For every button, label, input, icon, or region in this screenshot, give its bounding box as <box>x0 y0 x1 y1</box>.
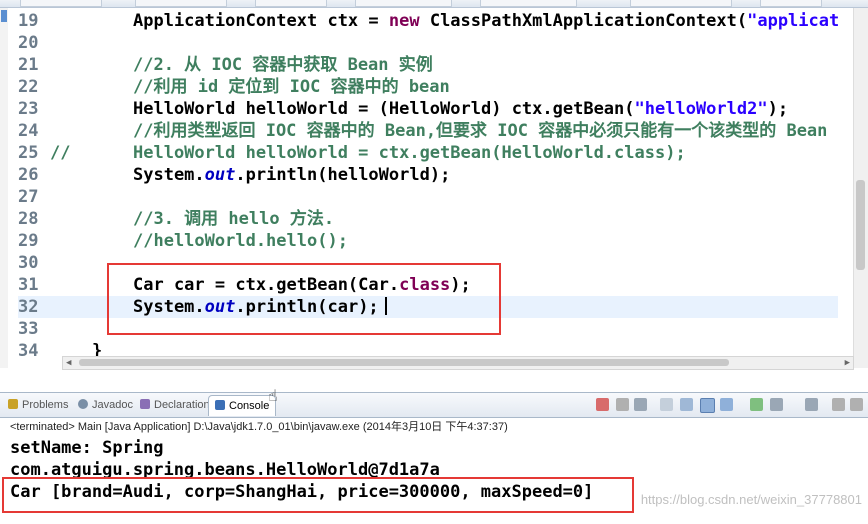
code-token: new <box>388 11 420 31</box>
code-text: //利用类型返回 IOC 容器中的 Bean,但要求 IOC 容器中必须只能有一… <box>133 120 827 142</box>
code-line[interactable]: 24 //利用类型返回 IOC 容器中的 Bean,但要求 IOC 容器中必须只能… <box>18 120 838 142</box>
code-token: HelloWorld helloWorld = ctx.getBean(Hell… <box>133 143 686 163</box>
remove-launch-icon[interactable] <box>616 398 629 411</box>
problems-icon <box>8 399 18 409</box>
code-text: HelloWorld helloWorld = ctx.getBean(Hell… <box>133 142 686 164</box>
console-output-line: setName: Spring <box>10 438 164 458</box>
code-line[interactable]: 23 HelloWorld helloWorld = (HelloWorld) c… <box>18 98 838 120</box>
watermark: https://blog.csdn.net/weixin_37778801 <box>640 492 862 507</box>
code-text: //3. 调用 hello 方法. <box>133 208 334 230</box>
remove-all-icon[interactable] <box>634 398 647 411</box>
terminate-icon[interactable] <box>596 398 609 411</box>
line-number: 24 <box>18 121 39 141</box>
code-line[interactable]: 22 //利用 id 定位到 IOC 容器中的 bean <box>18 76 838 98</box>
line-number: 22 <box>18 77 39 97</box>
show-on-error-icon[interactable] <box>720 398 733 411</box>
line-number: 29 <box>18 231 39 251</box>
code-line[interactable]: 21 //2. 从 IOC 容器中获取 Bean 实例 <box>18 54 838 76</box>
code-line[interactable]: 29 //helloWorld.hello(); <box>18 230 838 252</box>
line-number: 19 <box>18 11 39 31</box>
tab-declaration[interactable]: Declaration <box>140 397 210 413</box>
code-token: ); <box>767 99 789 119</box>
line-number: 33 <box>18 319 39 339</box>
code-token: //利用类型返回 IOC 容器中的 Bean,但要求 IOC 容器中必须只能有一… <box>133 121 828 141</box>
pointer-hand-icon: ☝ <box>268 386 278 405</box>
code-line[interactable]: 27 <box>18 186 838 208</box>
line-number: 21 <box>18 55 39 75</box>
line-number: 30 <box>18 253 39 273</box>
code-editor[interactable]: 19 ApplicationContext ctx = new ClassPath… <box>0 8 868 368</box>
line-number: 27 <box>18 187 39 207</box>
code-token: ApplicationContext ctx = <box>133 11 389 31</box>
scroll-lock-icon[interactable] <box>680 398 693 411</box>
open-console-icon[interactable] <box>805 398 818 411</box>
views-tab-bar: Problems Javadoc Declaration Console <box>0 392 868 418</box>
code-line[interactable]: 25 // HelloWorld helloWorld = ctx.getBean(… <box>18 142 838 164</box>
code-line[interactable]: 26 System.out.println(helloWorld); <box>18 164 838 186</box>
code-text: System.out.println(helloWorld); <box>133 164 450 186</box>
code-token: ClassPathXmlApplicationContext( <box>419 11 748 31</box>
line-number: 23 <box>18 99 39 119</box>
line-number: 26 <box>18 165 39 185</box>
horizontal-scroll-thumb[interactable] <box>79 359 729 366</box>
line-number: 31 <box>18 275 39 295</box>
tab-javadoc[interactable]: Javadoc <box>78 397 133 413</box>
line-number: 32 <box>18 297 39 317</box>
show-on-output-icon[interactable] <box>700 398 715 413</box>
code-token: "applicat <box>747 11 840 31</box>
code-token: HelloWorld helloWorld = (HelloWorld) ctx… <box>133 99 635 119</box>
code-text: ApplicationContext ctx = new ClassPathXm… <box>133 10 839 32</box>
maximize-icon[interactable] <box>850 398 863 411</box>
code-line[interactable]: 20 <box>18 32 838 54</box>
highlight-box-code <box>107 263 501 335</box>
console-icon <box>215 400 225 410</box>
code-token: //helloWorld.hello(); <box>133 231 348 251</box>
tab-console[interactable]: Console <box>208 395 277 416</box>
clear-console-icon[interactable] <box>660 398 673 411</box>
code-token: .println(helloWorld); <box>235 165 451 185</box>
code-text: //2. 从 IOC 容器中获取 Bean 实例 <box>133 54 433 76</box>
line-number: 20 <box>18 33 39 53</box>
highlight-box-console <box>2 477 634 513</box>
overview-ruler <box>0 8 8 368</box>
comment-prefix: // <box>50 143 71 163</box>
code-line[interactable]: 19 ApplicationContext ctx = new ClassPath… <box>18 10 839 32</box>
declaration-icon <box>140 399 150 409</box>
vertical-scroll-thumb[interactable] <box>856 180 865 270</box>
editor-tab-strip[interactable] <box>0 0 868 8</box>
code-token: "helloWorld2" <box>634 99 768 119</box>
horizontal-scrollbar[interactable]: ◀ ▶ <box>62 356 854 370</box>
code-token: //2. 从 IOC 容器中获取 Bean 实例 <box>133 55 433 75</box>
display-console-icon[interactable] <box>770 398 783 411</box>
minimize-icon[interactable] <box>832 398 845 411</box>
code-text: HelloWorld helloWorld = (HelloWorld) ctx… <box>133 98 788 120</box>
javadoc-icon <box>78 399 88 409</box>
code-token: //利用 id 定位到 IOC 容器中的 bean <box>133 77 450 97</box>
code-token: out <box>204 165 236 185</box>
scroll-left-icon[interactable]: ◀ <box>66 357 71 369</box>
line-number: 34 <box>18 341 39 361</box>
ruler-marker <box>1 10 7 22</box>
line-number: 28 <box>18 209 39 229</box>
pin-console-icon[interactable] <box>750 398 763 411</box>
code-text: //helloWorld.hello(); <box>133 230 348 252</box>
code-token: System. <box>133 165 205 185</box>
tab-problems[interactable]: Problems <box>8 397 68 413</box>
console-launch-info: <terminated> Main [Java Application] D:\… <box>10 421 508 433</box>
code-token: //3. 调用 hello 方法. <box>133 209 335 229</box>
code-text: //利用 id 定位到 IOC 容器中的 bean <box>133 76 450 98</box>
scroll-right-icon[interactable]: ▶ <box>845 357 850 369</box>
code-line[interactable]: 28 //3. 调用 hello 方法. <box>18 208 838 230</box>
vertical-scrollbar[interactable] <box>853 8 868 368</box>
line-number: 25 <box>18 143 39 163</box>
